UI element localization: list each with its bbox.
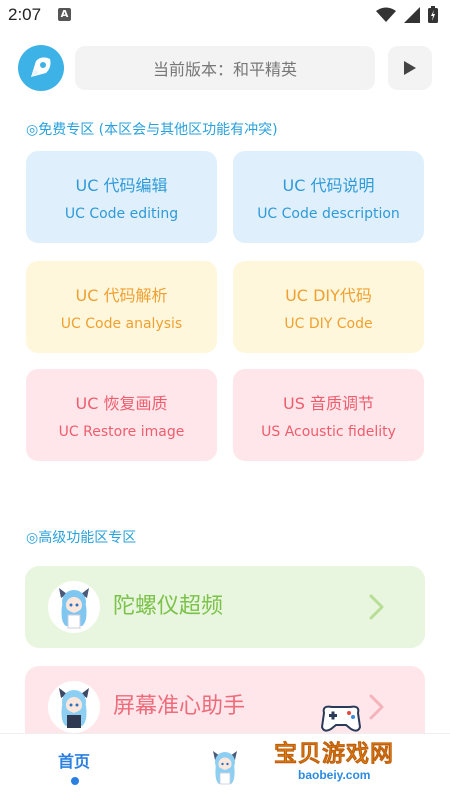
card-uc-code-analysis[interactable]: UC 代码解析 UC Code analysis [26, 261, 217, 353]
site-watermark: 宝贝游戏网 baobeiy.com [272, 700, 432, 790]
play-button[interactable] [388, 46, 432, 90]
app-logo-icon [18, 45, 64, 91]
card-uc-code-editing[interactable]: UC 代码编辑 UC Code editing [26, 151, 217, 243]
pro-section-title: ◎高级功能区专区 [26, 530, 137, 546]
notification-a-icon: A [58, 8, 71, 21]
card-title: UC 代码说明 [282, 176, 375, 195]
status-time: 2:07 [8, 5, 42, 24]
card-subtitle: UC Code analysis [60, 316, 183, 332]
nav-profile-avatar-icon[interactable] [208, 748, 242, 786]
gyroscope-overclock-item[interactable]: 陀螺仪超频 [25, 566, 425, 648]
item-label: 陀螺仪超频 [113, 594, 224, 619]
wifi-icon [376, 7, 396, 22]
card-title: UC 代码编辑 [75, 176, 168, 195]
card-us-acoustic-fidelity[interactable]: US 音质调节 US Acoustic fidelity [233, 369, 424, 461]
card-subtitle: US Acoustic fidelity [261, 424, 396, 440]
chevron-right-icon [369, 594, 384, 620]
card-subtitle: UC DIY Code [284, 316, 373, 332]
card-title: US 音质调节 [283, 394, 374, 413]
version-display[interactable]: 当前版本：和平精英 [75, 46, 375, 90]
card-title: UC 代码解析 [75, 286, 168, 305]
card-uc-restore-image[interactable]: UC 恢复画质 UC Restore image [26, 369, 217, 461]
watermark-url: baobeiy.com [298, 768, 371, 782]
active-indicator-dot [71, 777, 79, 785]
anime-avatar-icon [48, 681, 100, 733]
card-title: UC DIY代码 [285, 286, 372, 305]
card-uc-code-description[interactable]: UC 代码说明 UC Code description [233, 151, 424, 243]
status-bar: 2:07 A [0, 0, 450, 30]
gamepad-icon [320, 705, 362, 732]
signal-icon [404, 6, 420, 23]
watermark-text: 宝贝游戏网 [274, 741, 394, 768]
card-title: UC 恢复画质 [75, 394, 168, 413]
battery-icon [428, 6, 438, 23]
top-bar: 当前版本：和平精英 [18, 45, 432, 91]
free-section-title: ◎免费专区 (本区会与其他区功能有冲突) [26, 122, 278, 138]
card-subtitle: UC Restore image [58, 424, 185, 440]
anime-avatar-icon [48, 581, 100, 633]
nav-home-tab[interactable]: 首页 [44, 748, 104, 772]
card-subtitle: UC Code description [257, 206, 400, 222]
play-icon [404, 61, 416, 75]
card-uc-diy-code[interactable]: UC DIY代码 UC DIY Code [233, 261, 424, 353]
card-subtitle: UC Code editing [64, 206, 179, 222]
